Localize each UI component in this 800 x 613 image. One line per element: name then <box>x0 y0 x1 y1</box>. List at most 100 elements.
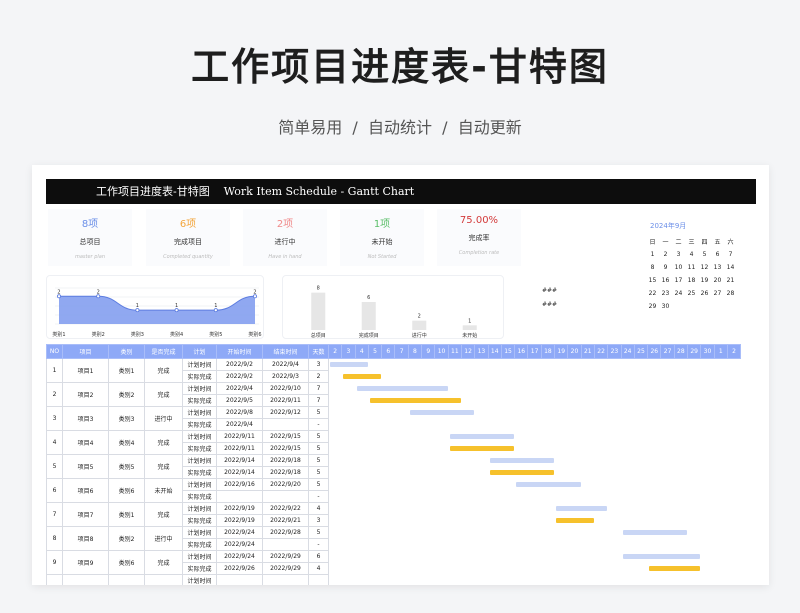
gantt-actual-cell[interactable] <box>329 467 741 479</box>
calendar-day[interactable]: 12 <box>698 261 711 274</box>
calendar-day[interactable]: 28 <box>724 287 737 300</box>
actual-start-date[interactable]: 2022/9/24 <box>216 538 263 551</box>
actual-type-label[interactable]: 实际完成 <box>182 370 217 383</box>
item-name[interactable]: 项目6 <box>62 478 109 503</box>
gantt-actual-cell[interactable] <box>329 539 741 551</box>
item-name[interactable]: 项目5 <box>62 454 109 479</box>
column-header[interactable]: NO <box>46 344 63 359</box>
day-header[interactable]: 9 <box>421 344 436 359</box>
item-status[interactable]: 完成 <box>144 550 183 575</box>
calendar-day[interactable]: 3 <box>672 248 685 261</box>
day-header[interactable]: 21 <box>580 344 595 359</box>
actual-days[interactable]: 5 <box>308 466 329 479</box>
row-number[interactable]: 2 <box>46 382 63 407</box>
item-name[interactable]: 项目3 <box>62 406 109 431</box>
day-header[interactable]: 28 <box>673 344 689 359</box>
day-header[interactable]: 24 <box>620 344 635 359</box>
calendar-day[interactable]: 5 <box>698 248 711 261</box>
actual-start-date[interactable]: 2022/9/14 <box>216 466 263 479</box>
calendar-day[interactable]: 29 <box>646 300 659 313</box>
item-status[interactable]: 完成 <box>144 454 183 479</box>
day-header[interactable]: 27 <box>660 344 675 359</box>
calendar-day[interactable]: 8 <box>646 261 659 274</box>
column-header[interactable]: 结束时间 <box>262 344 309 359</box>
item-name[interactable]: 项目9 <box>62 550 109 575</box>
gantt-plan-cell[interactable] <box>329 431 741 443</box>
item-name[interactable]: 项目8 <box>62 526 109 551</box>
item-status[interactable]: 进行中 <box>144 406 183 431</box>
calendar-day[interactable]: 23 <box>659 287 672 300</box>
item-status[interactable]: 未开始 <box>144 478 183 503</box>
actual-type-label[interactable]: 实际完成 <box>182 394 217 407</box>
day-header[interactable]: 10 <box>434 344 449 359</box>
calendar-day[interactable]: 9 <box>659 261 672 274</box>
item-category[interactable]: 类别1 <box>108 358 145 383</box>
calendar-day[interactable]: 2 <box>659 248 672 261</box>
day-header[interactable]: 3 <box>341 344 356 359</box>
calendar-day[interactable]: 7 <box>724 248 737 261</box>
calendar-day[interactable]: 13 <box>711 261 724 274</box>
actual-end-date[interactable]: 2022/9/21 <box>262 514 309 527</box>
plan-days[interactable]: 5 <box>308 526 329 539</box>
plan-type-label[interactable]: 计划时间 <box>182 430 217 443</box>
day-header[interactable]: 13 <box>474 344 489 359</box>
gantt-actual-cell[interactable] <box>329 515 741 527</box>
day-header[interactable]: 22 <box>593 344 609 359</box>
day-header[interactable]: 16 <box>514 344 529 359</box>
empty-cell[interactable] <box>308 574 329 585</box>
gantt-plan-cell[interactable] <box>329 551 741 563</box>
actual-type-label[interactable]: 实际完成 <box>182 514 217 527</box>
plan-start-date[interactable]: 2022/9/11 <box>216 430 263 443</box>
calendar-day[interactable]: 30 <box>659 300 672 313</box>
item-name[interactable]: 项目7 <box>62 502 109 527</box>
actual-type-label[interactable]: 实际完成 <box>182 466 217 479</box>
actual-end-date[interactable] <box>262 418 309 431</box>
calendar-day[interactable]: 15 <box>646 274 659 287</box>
item-category[interactable]: 类别2 <box>108 382 145 407</box>
actual-days[interactable]: 4 <box>308 562 329 575</box>
calendar-day[interactable]: 10 <box>672 261 685 274</box>
day-header[interactable]: 26 <box>647 344 662 359</box>
column-header[interactable]: 天数 <box>308 344 329 359</box>
item-category[interactable]: 类别2 <box>108 526 145 551</box>
day-header[interactable]: 17 <box>527 344 542 359</box>
gantt-actual-cell[interactable] <box>329 419 741 431</box>
row-number[interactable]: 6 <box>46 478 63 503</box>
calendar-day[interactable]: 11 <box>685 261 698 274</box>
column-header[interactable]: 是否完成 <box>144 344 183 359</box>
gantt-plan-cell[interactable] <box>329 455 741 467</box>
day-header[interactable]: 5 <box>367 344 383 359</box>
gantt-actual-cell[interactable] <box>329 443 741 455</box>
calendar-day[interactable]: 21 <box>724 274 737 287</box>
actual-end-date[interactable]: 2022/9/18 <box>262 466 309 479</box>
day-header[interactable]: 15 <box>500 344 516 359</box>
gantt-actual-cell[interactable] <box>329 563 741 575</box>
day-header[interactable]: 18 <box>540 344 556 359</box>
actual-type-label[interactable]: 实际完成 <box>182 562 217 575</box>
column-header[interactable]: 项目 <box>62 344 109 359</box>
calendar-day[interactable]: 17 <box>672 274 685 287</box>
item-name[interactable]: 项目2 <box>62 382 109 407</box>
actual-type-label[interactable]: 实际完成 <box>182 490 217 503</box>
gantt-actual-cell[interactable] <box>329 491 741 503</box>
column-header[interactable]: 开始时间 <box>216 344 263 359</box>
plan-type-label[interactable]: 计划时间 <box>182 454 217 467</box>
gantt-plan-cell[interactable] <box>329 503 741 515</box>
gantt-actual-cell[interactable] <box>329 371 741 383</box>
plan-end-date[interactable]: 2022/9/10 <box>262 382 309 395</box>
row-number[interactable]: 7 <box>46 502 63 527</box>
empty-cell[interactable] <box>46 574 63 585</box>
calendar-day[interactable]: 22 <box>646 287 659 300</box>
gantt-plan-cell[interactable] <box>329 575 741 586</box>
plan-start-date[interactable]: 2022/9/2 <box>216 358 263 371</box>
gantt-plan-cell[interactable] <box>329 407 741 419</box>
calendar-day[interactable]: 14 <box>724 261 737 274</box>
day-header[interactable]: 6 <box>381 344 396 359</box>
gantt-plan-cell[interactable] <box>329 383 741 395</box>
calendar-day[interactable]: 27 <box>711 287 724 300</box>
row-number[interactable]: 3 <box>46 406 63 431</box>
day-header[interactable]: 29 <box>687 344 702 359</box>
actual-start-date[interactable]: 2022/9/4 <box>216 418 263 431</box>
plan-days[interactable]: 3 <box>308 358 329 371</box>
day-header[interactable]: 11 <box>447 344 462 359</box>
